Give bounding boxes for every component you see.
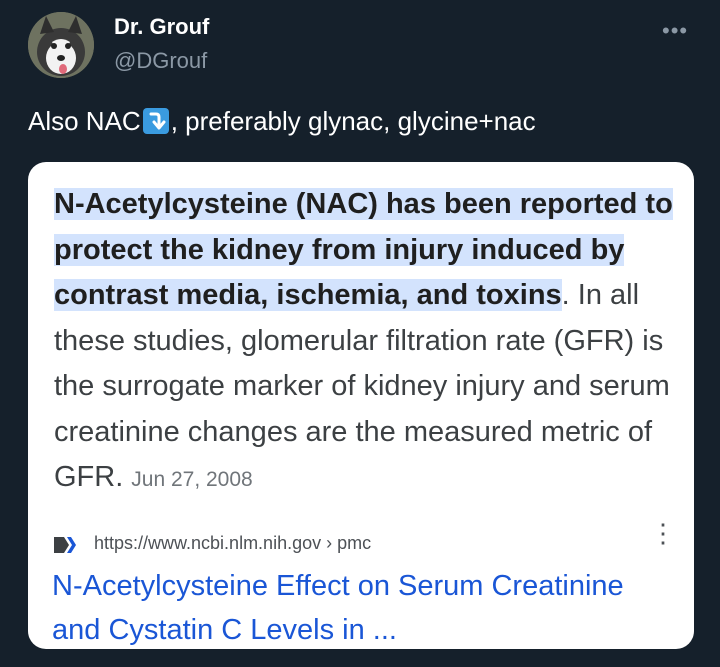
tweet-text-end: , preferably glynac, glycine+nac	[170, 106, 536, 136]
result-title-link[interactable]: N-Acetylcysteine Effect on Serum Creatin…	[52, 564, 672, 649]
search-result-card[interactable]: N-Acetylcysteine (NAC) has been reported…	[28, 162, 694, 649]
snippet-text: N-Acetylcysteine (NAC) has been reported…	[54, 182, 674, 503]
arrow-down-right-icon	[142, 108, 169, 134]
husky-avatar-icon	[28, 12, 94, 78]
author-name[interactable]: Dr. Grouf	[114, 14, 209, 40]
tweet-text: Also NAC , preferably glynac, glycine+na…	[28, 106, 536, 137]
snippet-date: Jun 27, 2008	[131, 468, 253, 491]
more-options-icon[interactable]: •••	[662, 18, 688, 44]
source-url[interactable]: https://www.ncbi.nlm.nih.gov › pmc	[94, 533, 371, 554]
avatar[interactable]	[28, 12, 94, 78]
author-handle[interactable]: @DGrouf	[114, 48, 207, 74]
snippet-rest: . In all these studies, glomerular filtr…	[54, 279, 670, 493]
more-vert-icon[interactable]: ⋮	[650, 520, 676, 546]
site-favicon-icon	[52, 531, 80, 559]
source-row[interactable]: https://www.ncbi.nlm.nih.gov › pmc ⋮	[52, 520, 676, 562]
tweet: Dr. Grouf @DGrouf ••• Also NAC , prefera…	[0, 0, 720, 667]
tweet-text-start: Also NAC	[28, 106, 141, 136]
